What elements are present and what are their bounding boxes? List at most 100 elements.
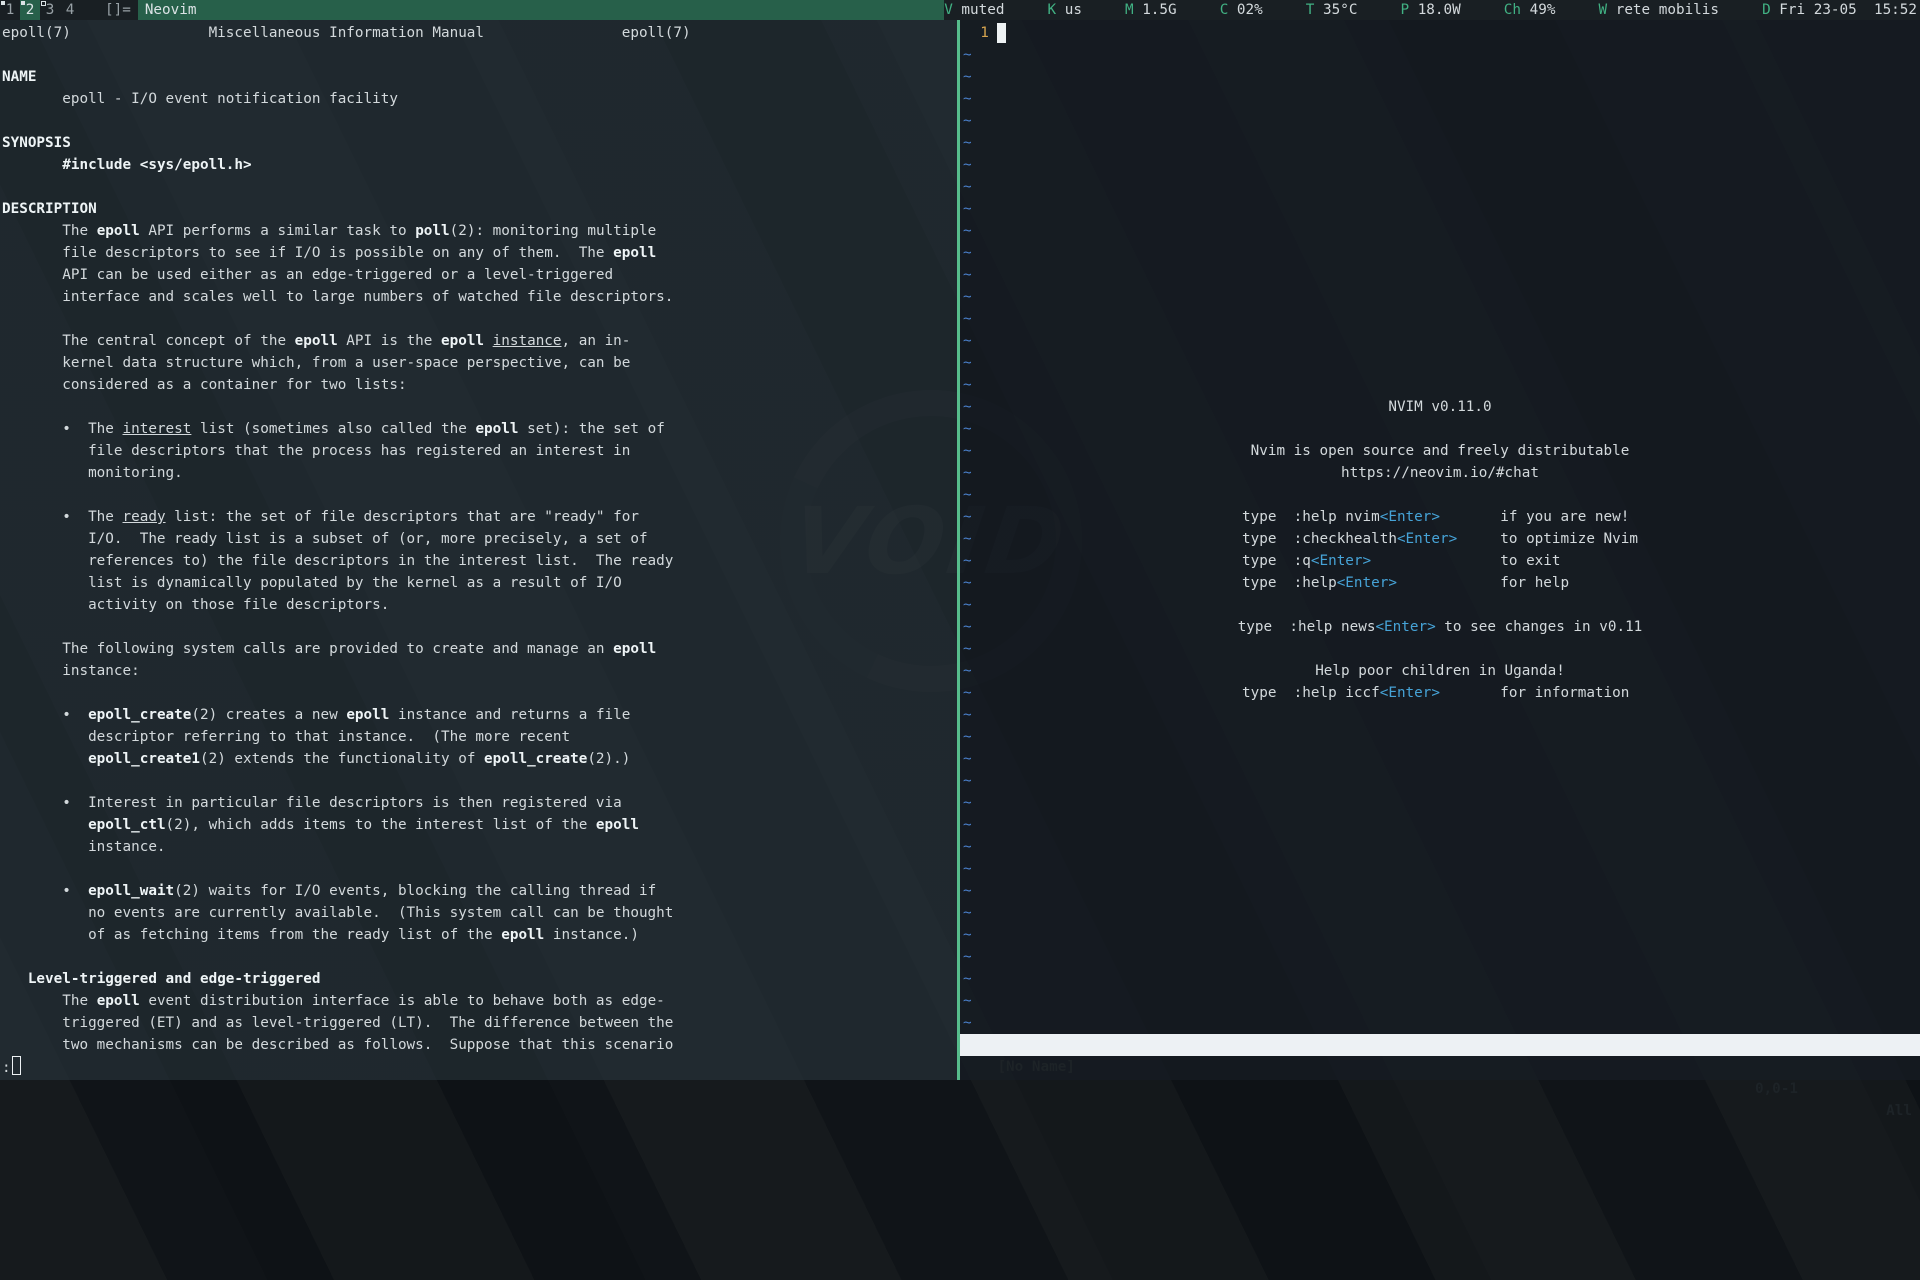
- line-number: 1: [980, 25, 989, 41]
- man-page-line: file descriptors to see if I/O is possib…: [2, 242, 957, 264]
- nvim-empty-line-tilde: ~: [963, 880, 1917, 902]
- man-page-line: SYNOPSIS: [2, 132, 957, 154]
- statusline-filename: [No Name]: [994, 1059, 1074, 1075]
- nvim-empty-line-tilde: ~: [963, 66, 1917, 88]
- man-page-line: [2, 682, 957, 704]
- tag-indicator-filled: [21, 1, 25, 5]
- man-page-line: Level-triggered and edge-triggered: [2, 968, 957, 990]
- workspace-tag-2[interactable]: 2: [20, 0, 40, 20]
- man-page-line: instance.: [2, 836, 957, 858]
- man-page-line: considered as a container for two lists:: [2, 374, 957, 396]
- man-page-line: descriptor referring to that instance. (…: [2, 726, 957, 748]
- terminal-man-page-window[interactable]: epoll(7) Miscellaneous Information Manua…: [0, 20, 957, 1080]
- workspace-tag-1[interactable]: 1: [0, 0, 20, 20]
- man-page-line: • Interest in particular file descriptor…: [2, 792, 957, 814]
- nvim-intro-line: https://neovim.io/#chat: [963, 462, 1917, 484]
- terminal-cursor-unfocused: [12, 1056, 21, 1075]
- man-page-line: epoll_ctl(2), which adds items to the in…: [2, 814, 957, 836]
- nvim-empty-line-tilde: ~: [963, 198, 1917, 220]
- nvim-empty-line-tilde: ~: [963, 418, 1917, 440]
- man-page-line: activity on those file descriptors.: [2, 594, 957, 616]
- man-page-line: The following system calls are provided …: [2, 638, 957, 660]
- nvim-empty-line-tilde: ~: [963, 748, 1917, 770]
- man-page-line: • epoll_wait(2) waits for I/O events, bl…: [2, 880, 957, 902]
- man-page-line: no events are currently available. (This…: [2, 902, 957, 924]
- tag-label: 1: [6, 2, 15, 18]
- statusline-ruler: 0,0-1: [1755, 1078, 1798, 1100]
- focused-window-title: Neovim: [138, 0, 944, 20]
- nvim-intro-line: type :q<Enter> to exit: [963, 550, 1917, 572]
- status-bar: 1234 []= Neovim V muted K us M 1.5G C 02…: [0, 0, 1920, 20]
- man-page-line: • The ready list: the set of file descri…: [2, 506, 957, 528]
- man-page-line: monitoring.: [2, 462, 957, 484]
- man-page-line: [2, 44, 957, 66]
- nvim-empty-line-tilde: ~: [963, 990, 1917, 1012]
- nvim-intro-line: type :help nvim<Enter> if you are new!: [963, 506, 1917, 528]
- nvim-empty-line-tilde: ~: [963, 286, 1917, 308]
- man-page-line: • epoll_create(2) creates a new epoll in…: [2, 704, 957, 726]
- neovim-window[interactable]: 1 ~~~~~~~~~~~~~~~~~~~~~~~~~~~~~~~~~~~~~~…: [960, 20, 1920, 1080]
- man-page-line: kernel data structure which, from a user…: [2, 352, 957, 374]
- nvim-empty-line-tilde: ~: [963, 1012, 1917, 1034]
- man-page-line: [2, 176, 957, 198]
- nvim-empty-line-tilde: ~: [963, 946, 1917, 968]
- nvim-empty-line-tilde: ~: [963, 308, 1917, 330]
- man-page-line: epoll_create1(2) extends the functionali…: [2, 748, 957, 770]
- layout-symbol[interactable]: []=: [98, 0, 138, 20]
- nvim-empty-line-tilde: ~: [963, 858, 1917, 880]
- window-separator[interactable]: [957, 20, 960, 1080]
- nvim-empty-line-tilde: ~: [963, 132, 1917, 154]
- man-page-line: references to) the file descriptors in t…: [2, 550, 957, 572]
- man-page-line: [2, 770, 957, 792]
- man-page-line: two mechanisms can be described as follo…: [2, 1034, 957, 1056]
- man-page-line: list is dynamically populated by the ker…: [2, 572, 957, 594]
- man-page-line: epoll - I/O event notification facility: [2, 88, 957, 110]
- nvim-empty-line-tilde: ~: [963, 726, 1917, 748]
- nvim-empty-line-tilde: ~: [963, 220, 1917, 242]
- nvim-empty-line-tilde: ~: [963, 814, 1917, 836]
- nvim-empty-line-tilde: ~: [963, 264, 1917, 286]
- nvim-intro-line: type :help<Enter> for help: [963, 572, 1917, 594]
- man-page-line: API can be used either as an edge-trigge…: [2, 264, 957, 286]
- nvim-empty-line-tilde: ~: [963, 242, 1917, 264]
- nvim-empty-line-tilde: ~: [963, 704, 1917, 726]
- nvim-empty-line-tilde: ~: [963, 836, 1917, 858]
- workspace-tags: 1234: [0, 0, 80, 20]
- nvim-intro-line: Help poor children in Uganda!: [963, 660, 1917, 682]
- man-page-line: instance:: [2, 660, 957, 682]
- man-page-line: file descriptors that the process has re…: [2, 440, 957, 462]
- nvim-empty-line-tilde: ~: [963, 88, 1917, 110]
- nvim-line-1: 1: [963, 22, 1917, 44]
- man-page-line: epoll(7) Miscellaneous Information Manua…: [2, 22, 957, 44]
- nvim-empty-line-tilde: ~: [963, 352, 1917, 374]
- nvim-statusline: [No Name] 0,0-1 All: [960, 1034, 1920, 1056]
- tag-indicator-filled: [1, 1, 5, 5]
- nvim-intro-line: type :checkhealth<Enter> to optimize Nvi…: [963, 528, 1917, 550]
- man-page-line: [2, 484, 957, 506]
- nvim-empty-line-tilde: ~: [963, 176, 1917, 198]
- man-page-line: [2, 858, 957, 880]
- man-page-line: triggered (ET) and as level-triggered (L…: [2, 1012, 957, 1034]
- pager-prompt-colon: :: [2, 1060, 11, 1076]
- man-page-line: [2, 396, 957, 418]
- man-page-line: of as fetching items from the ready list…: [2, 924, 957, 946]
- tag-label: 2: [26, 2, 35, 18]
- nvim-empty-line-tilde: ~: [963, 770, 1917, 792]
- man-page-line: The central concept of the epoll API is …: [2, 330, 957, 352]
- workspace-tag-3[interactable]: 3: [40, 0, 60, 20]
- nvim-empty-line-tilde: ~: [963, 638, 1917, 660]
- nvim-empty-line-tilde: ~: [963, 594, 1917, 616]
- man-page-line: DESCRIPTION: [2, 198, 957, 220]
- nvim-empty-line-tilde: ~: [963, 374, 1917, 396]
- man-page-line: I/O. The ready list is a subset of (or, …: [2, 528, 957, 550]
- nvim-empty-line-tilde: ~: [963, 902, 1917, 924]
- man-page-line: [2, 308, 957, 330]
- statusline-scroll-position: All: [1886, 1100, 1912, 1122]
- nvim-empty-line-tilde: ~: [963, 792, 1917, 814]
- man-page-text: epoll(7) Miscellaneous Information Manua…: [2, 22, 957, 1056]
- workspace-tag-4[interactable]: 4: [60, 0, 80, 20]
- nvim-intro-line: Nvim is open source and freely distribut…: [963, 440, 1917, 462]
- tag-label: 4: [66, 2, 75, 18]
- nvim-empty-line-tilde: ~: [963, 110, 1917, 132]
- man-page-line: [2, 110, 957, 132]
